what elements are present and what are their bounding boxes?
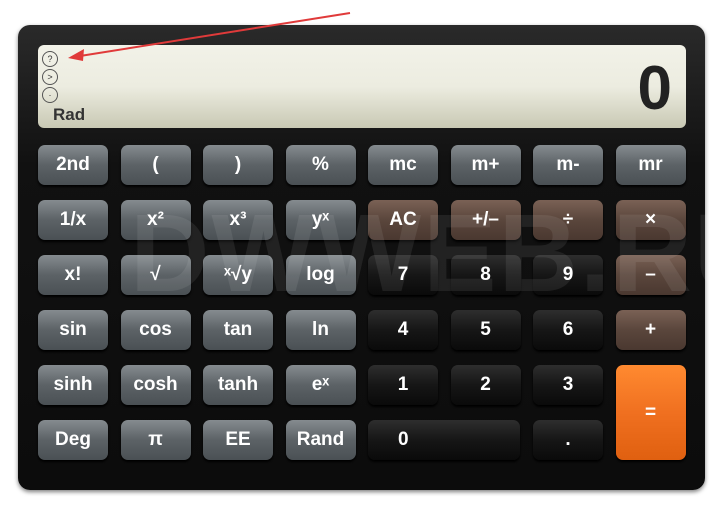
annotation-arrow-icon (68, 12, 351, 61)
